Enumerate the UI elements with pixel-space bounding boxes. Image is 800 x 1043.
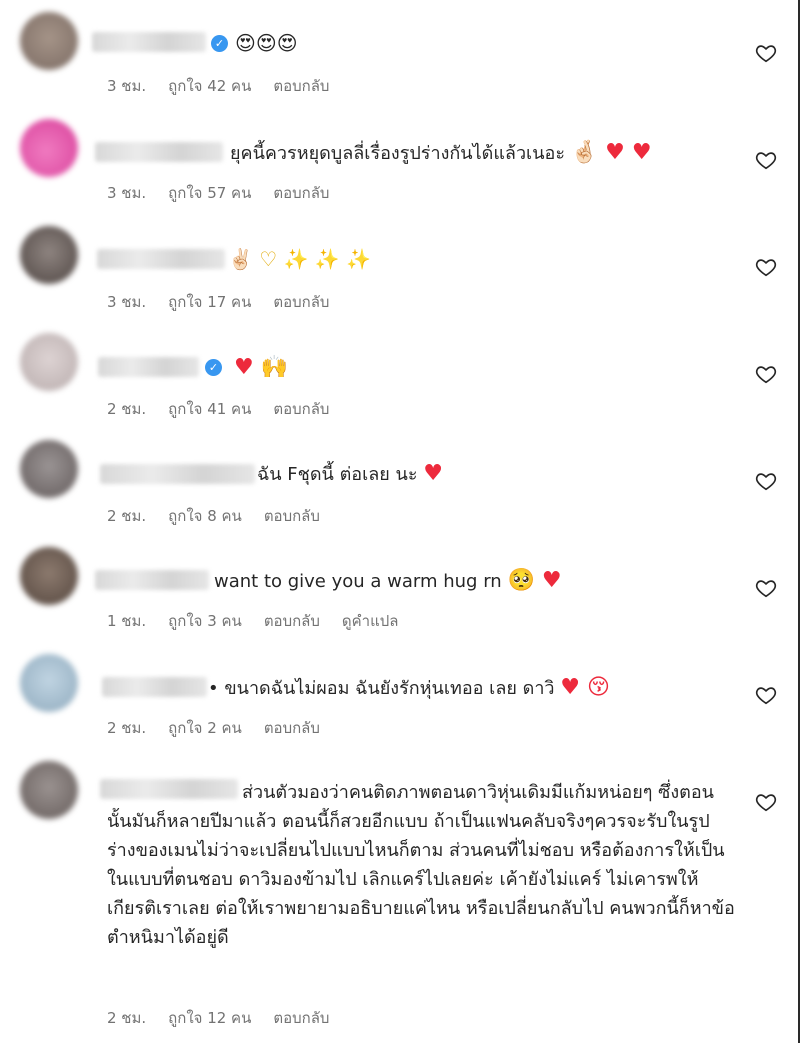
heart-outline-icon[interactable] [755,363,777,385]
reply-button[interactable]: ตอบกลับ [273,184,329,202]
reply-button[interactable]: ตอบกลับ [273,77,329,95]
comment-item: ✓ ♥ 🙌 2 ชม. ถูกใจ 41 คน ตอบกลับ [0,321,798,428]
comment-emojis: 🤞🏻 ♥ ♥ [570,140,652,165]
avatar[interactable] [20,119,78,177]
like-count[interactable]: ถูกใจ 17 คน [168,293,251,311]
comment-emojis: ♥ [423,461,443,486]
avatar[interactable] [20,226,78,284]
verified-badge-icon: ✓ [211,35,228,52]
reply-button[interactable]: ตอบกลับ [273,400,329,418]
comment-item: ฉัน Fชุดนี้ ต่อเลย นะ ♥ 2 ชม. ถูกใจ 8 คน ต… [0,428,798,535]
comment-meta: 3 ชม. ถูกใจ 17 คน ตอบกลับ [107,290,351,314]
username-blurred[interactable] [97,249,225,269]
reply-button[interactable]: ตอบกลับ [264,719,320,737]
comment-emojis: ♥ 😚 [560,675,610,700]
comment-text: • ขนาดฉันไม่ผอม ฉันยังรักหุ่นเทออ เลย ดา… [208,675,610,700]
username-blurred[interactable] [95,570,209,590]
comment-item: ✌🏻 ♡ ✨ ✨ ✨ 3 ชม. ถูกใจ 17 คน ตอบกลับ [0,214,798,321]
comment-time: 2 ชม. [107,719,147,737]
comment-body: ฉัน Fชุดนี้ ต่อเลย นะ [257,464,418,485]
heart-outline-icon[interactable] [755,577,777,599]
comment-time: 2 ชม. [107,1009,147,1027]
heart-outline-icon[interactable] [755,149,777,171]
heart-outline-icon[interactable] [755,791,777,813]
emoji-group: ♥ 🙌 [234,355,289,380]
comment-emojis: ♥ 🙌 [234,355,288,382]
username-blurred[interactable] [102,677,207,697]
heart-outline-icon[interactable] [755,256,777,278]
comment-meta: 3 ชม. ถูกใจ 42 คน ตอบกลับ [107,74,351,98]
comment-time: 3 ชม. [107,184,147,202]
comment-meta: 2 ชม. ถูกใจ 2 คน ตอบกลับ [107,716,342,740]
comment-time: 2 ชม. [107,400,147,418]
avatar[interactable] [20,440,78,498]
reply-button[interactable]: ตอบกลับ [273,293,329,311]
comment-item: ✓ 😍😍😍 3 ชม. ถูกใจ 42 คน ตอบกลับ [0,0,798,107]
comment-text: ส่วนตัวมองว่าคนติดภาพตอนดาวิหุ่นเดิมมีแก… [107,782,735,948]
comment-emojis: 😍😍😍 [235,31,298,55]
avatar[interactable] [20,654,78,712]
comment-text: ยุคนี้ควรหยุดบูลลี่เรื่องรูปร่างกันได้แล… [230,140,652,167]
username-blurred[interactable] [98,357,199,377]
username-blurred[interactable] [100,464,255,484]
comment-body: want to give you a warm hug rn [214,571,502,592]
like-count[interactable]: ถูกใจ 2 คน [168,719,242,737]
comment-body: ยุคนี้ควรหยุดบูลลี่เรื่องรูปร่างกันได้แล… [230,143,565,164]
reply-button[interactable]: ตอบกลับ [273,1009,329,1027]
heart-outline-icon[interactable] [755,470,777,492]
like-count[interactable]: ถูกใจ 12 คน [168,1009,251,1027]
comment-item: ยุคนี้ควรหยุดบูลลี่เรื่องรูปร่างกันได้แล… [0,107,798,214]
like-count[interactable]: ถูกใจ 42 คน [168,77,251,95]
reply-button[interactable]: ตอบกลับ [264,612,320,630]
comment-time: 3 ชม. [107,77,147,95]
comment-emojis: 🥺 ♥ [507,568,562,593]
avatar[interactable] [20,547,78,605]
avatar[interactable] [20,333,78,391]
verified-badge-icon: ✓ [205,359,222,376]
comment-body: ขนาดฉันไม่ผอม ฉันยังรักหุ่นเทออ เลย ดาวิ [224,678,555,699]
comment-item: • ขนาดฉันไม่ผอม ฉันยังรักหุ่นเทออ เลย ดา… [0,642,798,749]
like-count[interactable]: ถูกใจ 41 คน [168,400,251,418]
comment-meta: 2 ชม. ถูกใจ 41 คน ตอบกลับ [107,397,351,421]
avatar[interactable] [20,12,78,70]
like-count[interactable]: ถูกใจ 3 คน [168,612,242,630]
username-blurred[interactable] [95,142,223,162]
reply-button[interactable]: ตอบกลับ [264,507,320,525]
comment-meta: 1 ชม. ถูกใจ 3 คน ตอบกลับ ดูคำแปล [107,609,420,633]
see-translation-button[interactable]: ดูคำแปล [342,612,399,630]
comment-time: 2 ชม. [107,507,147,525]
username-blurred[interactable] [92,32,206,52]
comment-time: 1 ชม. [107,612,147,630]
comment-emojis: ✌🏻 ♡ ✨ ✨ ✨ [228,247,371,271]
avatar[interactable] [20,761,78,819]
comment-item: ส่วนตัวมองว่าคนติดภาพตอนดาวิหุ่นเดิมมีแก… [0,749,798,1043]
comment-text: ฉัน Fชุดนี้ ต่อเลย นะ ♥ [257,461,443,488]
heart-outline-icon[interactable] [755,42,777,64]
comment-meta: 2 ชม. ถูกใจ 12 คน ตอบกลับ [107,1006,351,1030]
like-count[interactable]: ถูกใจ 8 คน [168,507,242,525]
comment-time: 3 ชม. [107,293,147,311]
heart-outline-icon[interactable] [755,684,777,706]
comment-meta: 3 ชม. ถูกใจ 57 คน ตอบกลับ [107,181,351,205]
like-count[interactable]: ถูกใจ 57 คน [168,184,251,202]
comment-item: want to give you a warm hug rn 🥺 ♥ 1 ชม.… [0,535,798,642]
comment-text: want to give you a warm hug rn 🥺 ♥ [214,568,562,595]
comment-meta: 2 ชม. ถูกใจ 8 คน ตอบกลับ [107,504,342,528]
